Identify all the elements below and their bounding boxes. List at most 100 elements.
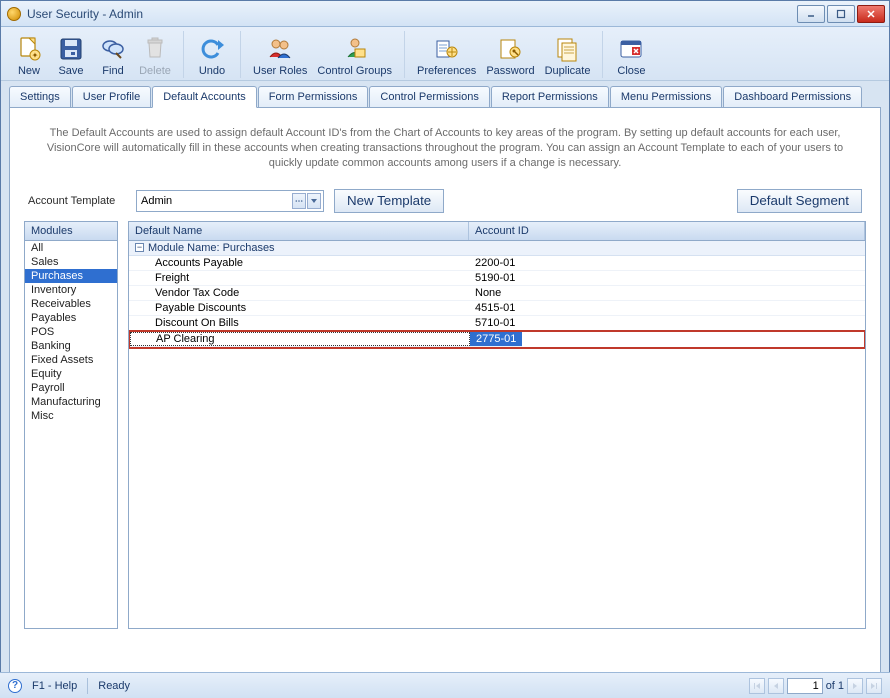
module-item-all[interactable]: All (25, 241, 117, 255)
cell-default-name: Payable Discounts (129, 301, 469, 315)
minimize-button[interactable] (797, 5, 825, 23)
module-item-payables[interactable]: Payables (25, 311, 117, 325)
collapse-icon[interactable]: − (135, 243, 144, 252)
duplicate-button-label: Duplicate (545, 65, 591, 77)
tab-settings[interactable]: Settings (9, 86, 71, 108)
delete-icon (139, 33, 171, 65)
cell-account-id: None (469, 286, 865, 300)
table-row[interactable]: Vendor Tax CodeNone (129, 286, 865, 301)
preferences-button-label: Preferences (417, 65, 476, 77)
divider (87, 678, 88, 694)
pager-first-button[interactable] (749, 678, 765, 694)
module-item-purchases[interactable]: Purchases (25, 269, 117, 283)
tab-user-profile[interactable]: User Profile (72, 86, 151, 108)
modules-panel: Modules AllSalesPurchasesInventoryReceiv… (24, 221, 118, 629)
pager-prev-button[interactable] (768, 678, 784, 694)
password-button-label: Password (486, 65, 534, 77)
account-template-combo[interactable]: Admin (136, 190, 324, 212)
close-icon (615, 33, 647, 65)
control-groups-button-label: Control Groups (317, 65, 392, 77)
module-item-banking[interactable]: Banking (25, 339, 117, 353)
grid-group-row[interactable]: −Module Name: Purchases (129, 241, 865, 256)
password-icon (494, 33, 526, 65)
combo-ellipsis-button[interactable] (292, 193, 306, 209)
status-bar: ? F1 - Help Ready of 1 (0, 672, 890, 698)
find-button-label: Find (102, 65, 123, 77)
column-header-default-name[interactable]: Default Name (129, 222, 469, 240)
preferences-icon (431, 33, 463, 65)
pager-last-button[interactable] (866, 678, 882, 694)
user-roles-button[interactable]: User Roles (249, 31, 311, 78)
svg-text:✦: ✦ (32, 51, 39, 60)
pager-of-label: of (826, 680, 835, 692)
module-item-sales[interactable]: Sales (25, 255, 117, 269)
duplicate-button[interactable]: Duplicate (541, 31, 595, 78)
pager-current-input[interactable] (787, 678, 823, 694)
pager-total: 1 (838, 680, 844, 692)
duplicate-icon (552, 33, 584, 65)
cell-account-id: 5710-01 (469, 316, 865, 330)
module-item-fixed-assets[interactable]: Fixed Assets (25, 353, 117, 367)
tab-form-permissions[interactable]: Form Permissions (258, 86, 369, 108)
new-button[interactable]: ✦ New (9, 31, 49, 78)
module-item-payroll[interactable]: Payroll (25, 381, 117, 395)
control-groups-icon (339, 33, 371, 65)
undo-icon (196, 33, 228, 65)
module-item-receivables[interactable]: Receivables (25, 297, 117, 311)
find-icon (97, 33, 129, 65)
delete-button[interactable]: Delete (135, 31, 175, 78)
window-title: User Security - Admin (27, 7, 797, 21)
maximize-button[interactable] (827, 5, 855, 23)
close-button[interactable]: Close (611, 31, 651, 78)
tab-menu-permissions[interactable]: Menu Permissions (610, 86, 722, 108)
account-template-label: Account Template (28, 195, 126, 207)
tab-strip: SettingsUser ProfileDefault AccountsForm… (1, 81, 889, 107)
record-pager: of 1 (749, 678, 882, 694)
accounts-grid: Default Name Account ID −Module Name: Pu… (128, 221, 866, 629)
find-button[interactable]: Find (93, 31, 133, 78)
default-segment-button[interactable]: Default Segment (737, 189, 862, 213)
help-icon[interactable]: ? (8, 679, 22, 693)
description-text: The Default Accounts are used to assign … (45, 126, 845, 171)
close-window-button[interactable] (857, 5, 885, 23)
undo-button[interactable]: Undo (192, 31, 232, 78)
table-row[interactable]: AP Clearing2775-01 (130, 332, 522, 347)
module-item-equity[interactable]: Equity (25, 367, 117, 381)
help-hint[interactable]: F1 - Help (32, 680, 77, 692)
close-button-label: Close (617, 65, 645, 77)
control-groups-button[interactable]: Control Groups (313, 31, 396, 78)
new-icon: ✦ (13, 33, 45, 65)
cell-default-name: Accounts Payable (129, 256, 469, 270)
table-row[interactable]: Accounts Payable2200-01 (129, 256, 865, 271)
tab-control-permissions[interactable]: Control Permissions (369, 86, 489, 108)
tab-report-permissions[interactable]: Report Permissions (491, 86, 609, 108)
table-row[interactable]: Freight5190-01 (129, 271, 865, 286)
tab-default-accounts[interactable]: Default Accounts (152, 86, 257, 108)
module-item-manufacturing[interactable]: Manufacturing (25, 395, 117, 409)
table-row[interactable]: Discount On Bills5710-01 (129, 316, 865, 331)
tab-dashboard-permissions[interactable]: Dashboard Permissions (723, 86, 862, 108)
new-template-button[interactable]: New Template (334, 189, 444, 213)
new-button-label: New (18, 65, 40, 77)
module-item-misc[interactable]: Misc (25, 409, 117, 423)
pager-next-button[interactable] (847, 678, 863, 694)
cell-default-name: Vendor Tax Code (129, 286, 469, 300)
column-header-account-id[interactable]: Account ID (469, 222, 865, 240)
cell-default-name: Discount On Bills (129, 316, 469, 330)
module-item-pos[interactable]: POS (25, 325, 117, 339)
modules-header: Modules (25, 222, 117, 241)
modules-list: AllSalesPurchasesInventoryReceivablesPay… (25, 241, 117, 628)
titlebar: User Security - Admin (1, 1, 889, 27)
toolbar: ✦ New Save Find Delete Undo User Roles Control … (1, 27, 889, 81)
combo-dropdown-button[interactable] (307, 193, 321, 209)
save-icon (55, 33, 87, 65)
save-button[interactable]: Save (51, 31, 91, 78)
cell-account-id: 4515-01 (469, 301, 865, 315)
table-row[interactable]: Payable Discounts4515-01 (129, 301, 865, 316)
password-button[interactable]: Password (482, 31, 538, 78)
preferences-button[interactable]: Preferences (413, 31, 480, 78)
cell-account-id[interactable]: 2775-01 (470, 332, 522, 346)
account-template-value: Admin (141, 195, 292, 207)
grid-group-label: Module Name: Purchases (148, 242, 275, 254)
module-item-inventory[interactable]: Inventory (25, 283, 117, 297)
